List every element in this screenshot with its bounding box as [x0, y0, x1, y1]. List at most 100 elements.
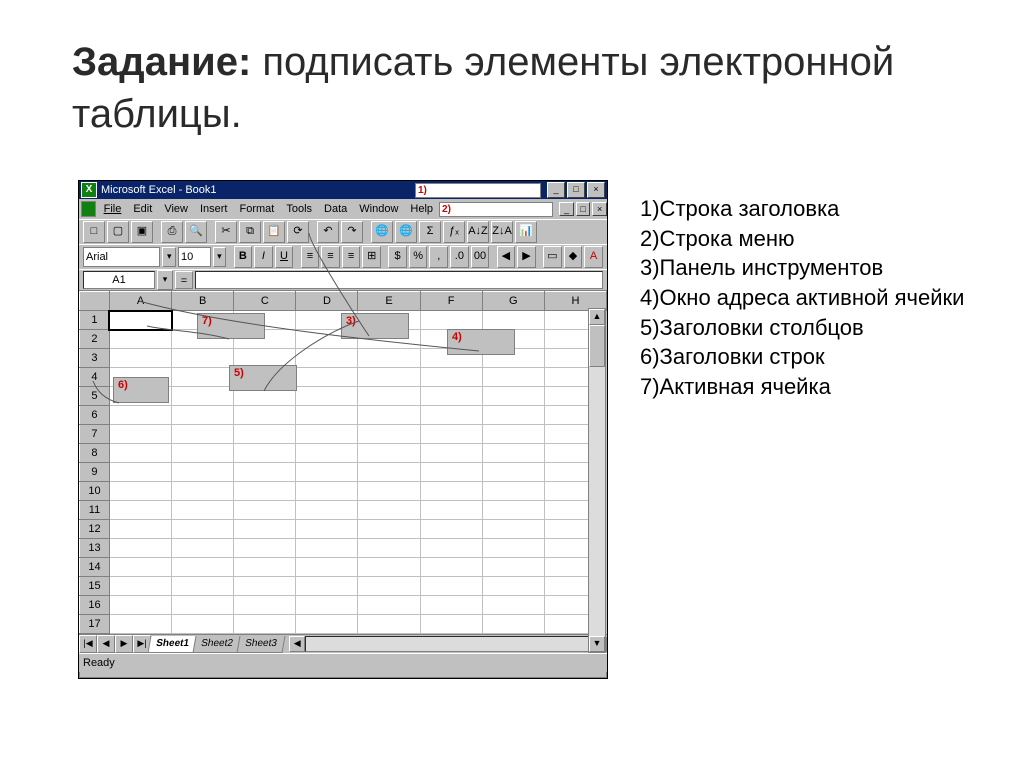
menu-format[interactable]: Format: [233, 201, 280, 217]
chart-icon[interactable]: 📊: [515, 221, 537, 243]
row-header[interactable]: 16: [80, 596, 110, 615]
doc-minimize-button[interactable]: _: [559, 202, 574, 216]
sort-desc-icon[interactable]: Z↓A: [491, 221, 513, 243]
name-box[interactable]: A1: [83, 271, 155, 289]
undo-icon[interactable]: ↶: [317, 221, 339, 243]
font-color-icon[interactable]: A: [584, 246, 603, 268]
font-size-selector[interactable]: 10: [178, 247, 211, 267]
row-header[interactable]: 18: [80, 634, 110, 635]
paste-icon[interactable]: 📋: [263, 221, 285, 243]
col-header-F[interactable]: F: [420, 292, 482, 311]
tab-nav-prev-icon[interactable]: ◀: [97, 635, 115, 653]
vertical-scrollbar[interactable]: ▲ ▼: [588, 308, 606, 653]
copy-icon[interactable]: ⧉: [239, 221, 261, 243]
col-header-C[interactable]: C: [234, 292, 296, 311]
row-header[interactable]: 14: [80, 558, 110, 577]
col-header-B[interactable]: B: [172, 292, 234, 311]
col-header-G[interactable]: G: [482, 292, 544, 311]
sort-asc-icon[interactable]: A↓Z: [467, 221, 489, 243]
underline-icon[interactable]: U: [275, 246, 294, 268]
minimize-button[interactable]: _: [547, 182, 565, 198]
open-icon[interactable]: ▢: [107, 221, 129, 243]
new-icon[interactable]: □: [83, 221, 105, 243]
function-icon[interactable]: ƒₓ: [443, 221, 465, 243]
horizontal-scrollbar[interactable]: ◀ ▶: [289, 636, 607, 652]
col-header-A[interactable]: A: [109, 292, 171, 311]
row-header[interactable]: 8: [80, 444, 110, 463]
fill-color-icon[interactable]: ◆: [564, 246, 583, 268]
row-header[interactable]: 17: [80, 615, 110, 634]
menu-tools[interactable]: Tools: [280, 201, 318, 217]
percent-icon[interactable]: %: [409, 246, 428, 268]
border-icon[interactable]: ▭: [543, 246, 562, 268]
tab-nav-first-icon[interactable]: |◀: [79, 635, 97, 653]
redo-icon[interactable]: ↷: [341, 221, 363, 243]
autosum-icon[interactable]: Σ: [419, 221, 441, 243]
cut-icon[interactable]: ✂: [215, 221, 237, 243]
slide-title: Задание: подписать элементы электронной …: [72, 36, 1024, 140]
align-right-icon[interactable]: ≡: [342, 246, 361, 268]
italic-icon[interactable]: I: [254, 246, 273, 268]
merge-icon[interactable]: ⊞: [362, 246, 381, 268]
row-header[interactable]: 15: [80, 577, 110, 596]
maximize-button[interactable]: □: [567, 182, 585, 198]
print-icon[interactable]: ⎙: [161, 221, 183, 243]
row-header[interactable]: 13: [80, 539, 110, 558]
decrease-indent-icon[interactable]: ◀: [497, 246, 516, 268]
menu-edit[interactable]: Edit: [127, 201, 158, 217]
scroll-thumb[interactable]: [589, 325, 605, 367]
sheet-tab-3[interactable]: Sheet3: [236, 636, 285, 653]
row-header[interactable]: 5: [80, 387, 110, 406]
scroll-down-icon[interactable]: ▼: [589, 636, 605, 652]
select-all-corner[interactable]: [80, 292, 110, 311]
row-header[interactable]: 11: [80, 501, 110, 520]
menu-file[interactable]: File: [98, 201, 128, 217]
col-header-D[interactable]: D: [296, 292, 358, 311]
format-painter-icon[interactable]: ⟳: [287, 221, 309, 243]
name-dropdown-icon[interactable]: ▾: [157, 270, 173, 290]
close-button[interactable]: ×: [587, 182, 605, 198]
increase-indent-icon[interactable]: ▶: [517, 246, 536, 268]
sheet-tab-2[interactable]: Sheet2: [192, 636, 241, 653]
doc-close-button[interactable]: ×: [592, 202, 607, 216]
row-header[interactable]: 1: [80, 311, 110, 330]
spreadsheet-grid[interactable]: A B C D E F G H 1 2 3 4 5 6 7 8 9 10 11 …: [79, 290, 607, 634]
align-left-icon[interactable]: ≡: [301, 246, 320, 268]
row-header[interactable]: 12: [80, 520, 110, 539]
currency-icon[interactable]: $: [388, 246, 407, 268]
annotation-6: 6): [113, 377, 169, 403]
menu-window[interactable]: Window: [353, 201, 404, 217]
row-header[interactable]: 7: [80, 425, 110, 444]
decrease-decimal-icon[interactable]: 00: [471, 246, 490, 268]
formula-input[interactable]: [195, 271, 603, 289]
sheet-tab-1[interactable]: Sheet1: [148, 636, 198, 653]
scroll-left-icon[interactable]: ◀: [289, 636, 305, 652]
menu-data[interactable]: Data: [318, 201, 353, 217]
row-header[interactable]: 10: [80, 482, 110, 501]
col-header-E[interactable]: E: [358, 292, 420, 311]
menu-insert[interactable]: Insert: [194, 201, 234, 217]
preview-icon[interactable]: 🔍: [185, 221, 207, 243]
comma-icon[interactable]: ,: [429, 246, 448, 268]
menu-help[interactable]: Help: [404, 201, 439, 217]
doc-maximize-button[interactable]: □: [576, 202, 591, 216]
hyperlink-icon[interactable]: 🌐: [371, 221, 393, 243]
row-header[interactable]: 4: [80, 368, 110, 387]
bold-icon[interactable]: B: [234, 246, 253, 268]
align-center-icon[interactable]: ≡: [321, 246, 340, 268]
equals-button[interactable]: =: [175, 271, 193, 289]
font-selector[interactable]: Arial: [83, 247, 160, 267]
row-header[interactable]: 2: [80, 330, 110, 349]
font-dropdown-icon[interactable]: ▾: [162, 247, 176, 267]
row-header[interactable]: 6: [80, 406, 110, 425]
increase-decimal-icon[interactable]: .0: [450, 246, 469, 268]
tab-nav-next-icon[interactable]: ▶: [115, 635, 133, 653]
size-dropdown-icon[interactable]: ▾: [213, 247, 227, 267]
scroll-up-icon[interactable]: ▲: [589, 309, 605, 325]
cell-A1[interactable]: [109, 311, 171, 330]
menu-view[interactable]: View: [158, 201, 194, 217]
row-header[interactable]: 9: [80, 463, 110, 482]
save-icon[interactable]: ▣: [131, 221, 153, 243]
row-header[interactable]: 3: [80, 349, 110, 368]
web-icon[interactable]: 🌐: [395, 221, 417, 243]
